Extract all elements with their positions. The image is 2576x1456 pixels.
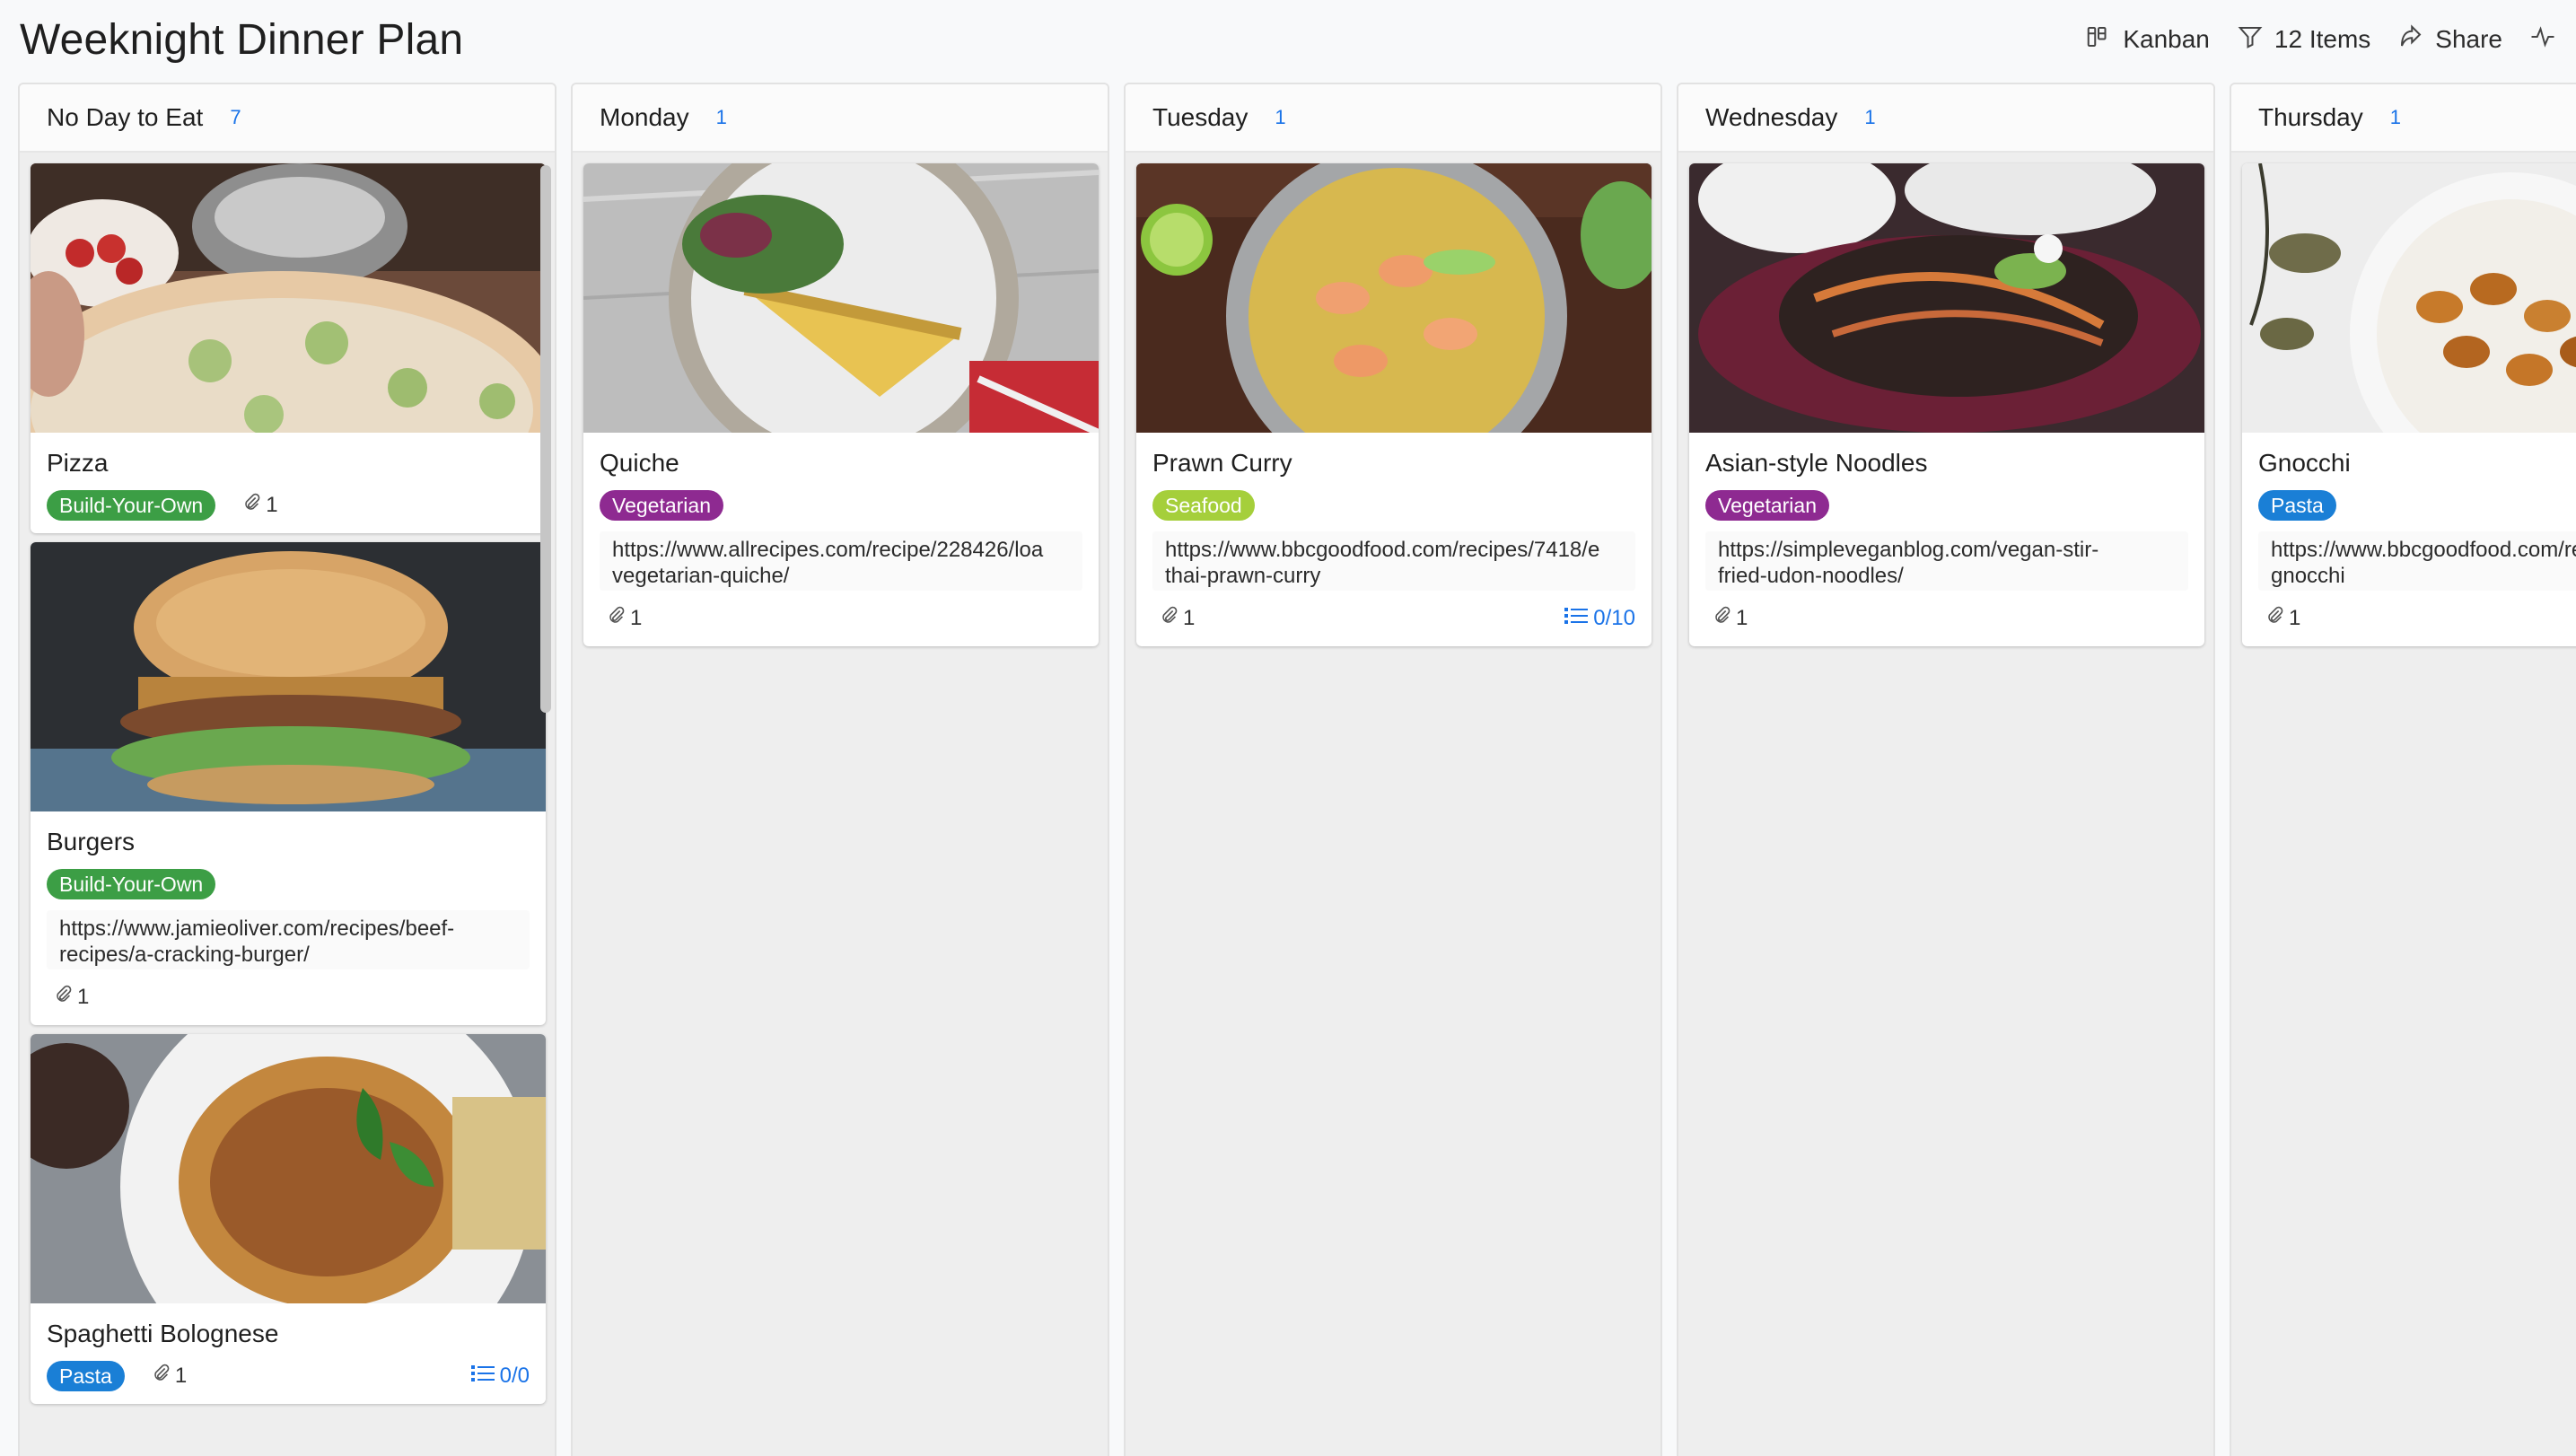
view-switcher-button[interactable]: Kanban [2085,23,2210,57]
attachment-count[interactable]: 1 [600,606,642,632]
column-count: 1 [715,106,727,128]
category-tag: Pasta [47,1361,125,1391]
column-header[interactable]: Thursday 1 [2231,84,2576,153]
filter-icon [2237,23,2264,57]
card-pizza[interactable]: Pizza Build-Your-Own 1 [31,163,546,533]
checklist-icon [1564,606,1589,632]
column-count: 1 [1864,106,1876,128]
checklist-progress[interactable]: 0/10 [1564,606,1635,632]
activity-button[interactable] [2529,23,2556,57]
top-bar: Weeknight Dinner Plan Kanban 12 Items Sh… [0,0,2576,79]
card-burgers[interactable]: Burgers Build-Your-Own https://www.jamie… [31,542,546,1025]
paperclip-icon [1160,606,1179,632]
column-count: 1 [1275,106,1286,128]
category-tag: Vegetarian [1705,490,1829,521]
recipe-link[interactable]: https://simpleveganblog.com/vegan-stir- … [1705,531,2188,591]
attachment-count-value: 1 [1183,606,1196,630]
category-tag: Seafood [1152,490,1255,521]
column-scrollbar[interactable] [540,165,551,713]
filter-button[interactable]: 12 Items [2237,23,2370,57]
column-no-day: No Day to Eat 7 Pizza Build-Your-Own 1 B… [18,83,556,1456]
share-icon [2397,23,2424,57]
page-title: Weeknight Dinner Plan [20,15,464,64]
card-title: Pizza [47,449,109,477]
checklist-value: 0/10 [1593,606,1635,630]
column-title: Monday [600,103,689,131]
attachment-count-value: 1 [174,1364,188,1388]
attachment-count-value: 1 [77,985,90,1009]
attachment-count[interactable]: 1 [2258,606,2300,632]
activity-icon [2529,23,2556,57]
card-title: Quiche [600,449,679,477]
attachment-count[interactable]: 1 [47,985,89,1011]
column-title: Tuesday [1152,103,1249,131]
attachment-count[interactable]: 1 [1705,606,1748,632]
attachment-count[interactable]: 1 [1152,606,1195,632]
card-title: Prawn Curry [1152,449,1292,477]
column-header[interactable]: No Day to Eat 7 [20,84,555,153]
card-image [1136,163,1652,433]
card-title: Burgers [47,828,136,855]
attachment-count[interactable]: 1 [145,1364,187,1390]
card-image [2242,163,2576,433]
paperclip-icon [607,606,626,632]
share-button[interactable]: Share [2397,23,2502,57]
view-label: Kanban [2123,25,2210,53]
category-tag: Build-Your-Own [47,490,216,521]
share-label: Share [2435,25,2502,53]
paperclip-icon [1713,606,1732,632]
attachment-count-value: 1 [1736,606,1748,630]
column-title: Wednesday [1705,103,1838,131]
checklist-icon [470,1364,495,1390]
column-tuesday: Tuesday 1 Prawn Curry Seafood https://ww… [1124,83,1662,1456]
attachment-count-value: 1 [266,493,278,517]
category-tag: Pasta [2258,490,2336,521]
column-header[interactable]: Monday 1 [573,84,1108,153]
card-image [31,163,546,433]
checklist-progress[interactable]: 0/0 [470,1364,530,1390]
card-asian-style-noodles[interactable]: Asian-style Noodles Vegetarian https://s… [1689,163,2204,646]
column-count: 1 [2389,106,2401,128]
card-image [583,163,1099,433]
recipe-link[interactable]: https://www.allrecipes.com/recipe/228426… [600,531,1082,591]
column-header[interactable]: Tuesday 1 [1126,84,1660,153]
column-title: No Day to Eat [47,103,204,131]
attachment-count-value: 1 [630,606,643,630]
filter-label: 12 Items [2274,25,2371,53]
column-title: Thursday [2258,103,2363,131]
category-tag: Vegetarian [600,490,723,521]
card-prawn-curry[interactable]: Prawn Curry Seafood https://www.bbcgoodf… [1136,163,1652,646]
card-spaghetti-bolognese[interactable]: Spaghetti Bolognese Pasta 1 0/0 [31,1034,546,1404]
card-image [31,1034,546,1303]
column-count: 7 [230,106,241,128]
card-quiche[interactable]: Quiche Vegetarian https://www.allrecipes… [583,163,1099,646]
paperclip-icon [2265,606,2285,632]
recipe-link[interactable]: https://www.bbcgoodfood.com/recipes/7418… [1152,531,1635,591]
attachment-count-value: 1 [2289,606,2301,630]
column-thursday: Thursday 1 Gnocchi Pasta https://www.bbc… [2230,83,2576,1456]
recipe-link[interactable]: https://www.jamieoliver.com/recipes/beef… [47,910,530,969]
card-title: Asian-style Noodles [1705,449,1928,477]
paperclip-icon [242,493,262,519]
card-image [31,542,546,811]
category-tag: Build-Your-Own [47,869,216,899]
paperclip-icon [54,985,74,1011]
column-header[interactable]: Wednesday 1 [1678,84,2213,153]
column-wednesday: Wednesday 1 Asian-style Noodles Vegetari… [1677,83,2215,1456]
recipe-link[interactable]: https://www.bbcgoodfood.com/recipes/ gno… [2258,531,2576,591]
toolbar: Kanban 12 Items Share [2085,23,2556,57]
paperclip-icon [152,1364,171,1390]
column-monday: Monday 1 Quiche Vegetarian https://www.a… [571,83,1109,1456]
kanban-board: No Day to Eat 7 Pizza Build-Your-Own 1 B… [18,83,2576,1456]
card-title: Spaghetti Bolognese [47,1320,279,1347]
checklist-value: 0/0 [499,1364,530,1388]
card-gnocchi[interactable]: Gnocchi Pasta https://www.bbcgoodfood.co… [2242,163,2576,646]
card-image [1689,163,2204,433]
kanban-icon [2085,23,2112,57]
card-title: Gnocchi [2258,449,2351,477]
attachment-count[interactable]: 1 [235,493,278,519]
